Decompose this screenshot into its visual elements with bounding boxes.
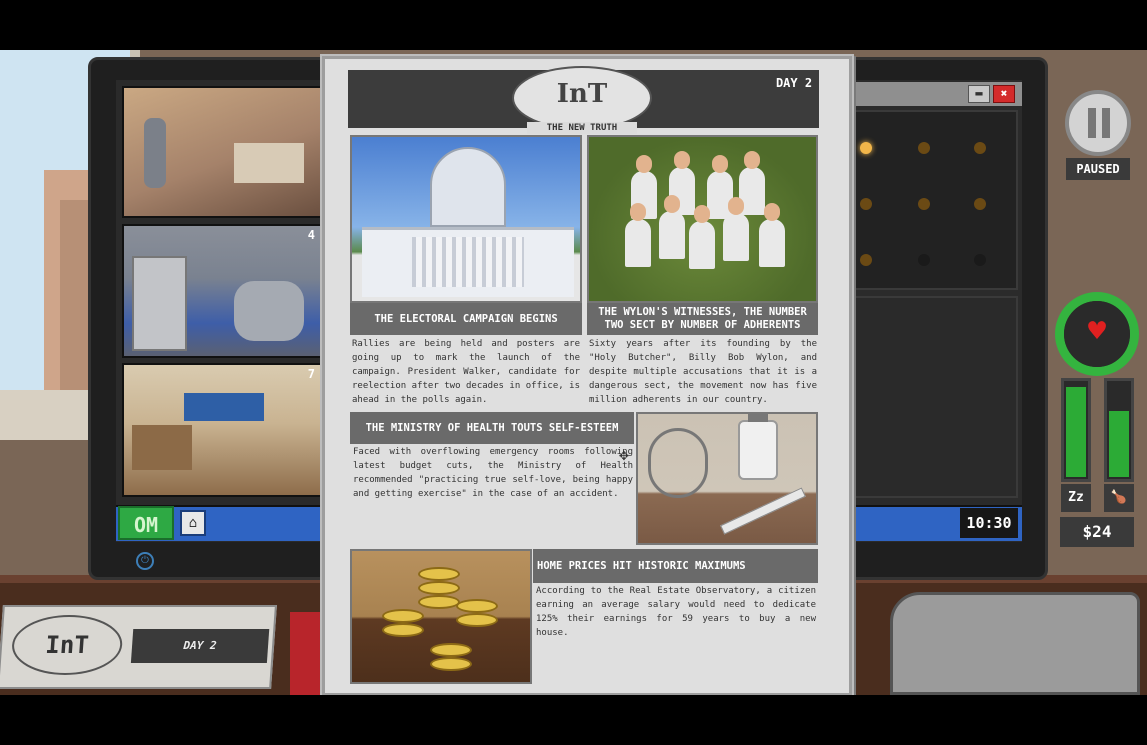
coin xyxy=(418,581,460,595)
camera-number: 7 xyxy=(307,367,315,381)
start-button[interactable]: OM xyxy=(118,506,174,540)
letterbox-top xyxy=(0,0,1147,50)
telephone[interactable] xyxy=(890,592,1140,695)
indicator-light xyxy=(974,142,986,154)
close-button[interactable]: ✖ xyxy=(993,85,1015,103)
person xyxy=(659,195,685,259)
article-headline: HOME PRICES HIT HISTORIC MAXIMUMS xyxy=(533,549,818,583)
coin xyxy=(456,599,498,613)
capitol-building-image xyxy=(350,135,582,303)
indicator-panel xyxy=(848,110,1018,290)
article-headline: THE MINISTRY OF HEALTH TOUTS SELF-ESTEEM xyxy=(350,412,634,444)
crosshair-cursor-icon: ✥ xyxy=(619,445,629,464)
indicator-light xyxy=(860,142,872,154)
sleep-meter-fill xyxy=(1066,387,1086,477)
person xyxy=(689,205,715,269)
paused-label: PAUSED xyxy=(1066,158,1130,180)
desk-newspaper[interactable]: InT DAY 2 xyxy=(0,605,277,689)
camera-feed-office[interactable]: 7 xyxy=(122,363,322,497)
health-ring: ♥ xyxy=(1055,292,1139,376)
coin xyxy=(430,643,472,657)
camera-number: 4 xyxy=(307,228,315,242)
newspaper-subtitle: THE NEW TRUTH xyxy=(527,122,637,134)
article-headline: THE WYLON'S WITNESSES, THE NUMBER TWO SE… xyxy=(587,303,818,335)
shelf-binders xyxy=(184,393,264,421)
pill-bottle xyxy=(738,414,778,480)
article-body: Rallies are being held and posters are g… xyxy=(352,339,580,405)
tank xyxy=(234,281,304,341)
coin xyxy=(430,657,472,671)
indicator-light xyxy=(918,198,930,210)
article-body: According to the Real Estate Observatory… xyxy=(536,586,816,638)
medical-items-image xyxy=(636,412,818,545)
newspaper-day: DAY 2 xyxy=(775,76,813,90)
dome xyxy=(430,147,506,227)
columns xyxy=(412,237,524,287)
money-counter: $24 xyxy=(1060,517,1134,547)
minimize-button[interactable]: ▬ xyxy=(968,85,990,103)
coins-image xyxy=(350,549,532,684)
house-app-icon[interactable]: ⌂ xyxy=(180,510,206,536)
coin xyxy=(418,595,460,609)
article-headline: THE ELECTORAL CAMPAIGN BEGINS xyxy=(350,303,582,335)
indicator-light xyxy=(974,254,986,266)
heart-icon: ♥ xyxy=(1064,301,1130,367)
food-meter-fill xyxy=(1109,411,1129,477)
newspaper-logo: InT xyxy=(512,66,652,130)
camera-feed-factory[interactable]: 4 xyxy=(122,224,322,358)
coin xyxy=(382,609,424,623)
indicator-light xyxy=(860,254,872,266)
office-desk xyxy=(132,425,192,470)
machine xyxy=(132,256,187,351)
newspaper-day: DAY 2 xyxy=(130,629,270,663)
indicator-light xyxy=(918,142,930,154)
mannequin xyxy=(144,118,166,188)
desk-object xyxy=(234,143,304,183)
coin xyxy=(382,623,424,637)
indicator-light xyxy=(860,198,872,210)
sect-members-image xyxy=(587,135,818,303)
coin xyxy=(456,613,498,627)
power-button-icon[interactable]: ⏻ xyxy=(136,552,154,570)
coin xyxy=(418,567,460,581)
app-panel xyxy=(848,296,1018,498)
sleep-icon: Zz xyxy=(1061,484,1091,512)
person xyxy=(625,203,651,267)
article-body: Faced with overflowing emergency rooms f… xyxy=(353,447,633,499)
camera-feed-attic[interactable] xyxy=(122,86,322,218)
indicator-light xyxy=(974,198,986,210)
food-icon: 🍗 xyxy=(1104,484,1134,512)
newspaper-logo: InT xyxy=(10,615,125,675)
sleep-meter xyxy=(1061,378,1091,482)
person xyxy=(759,203,785,267)
indicator-light xyxy=(918,254,930,266)
food-meter xyxy=(1104,378,1134,482)
letterbox-bottom xyxy=(0,695,1147,745)
article-body: Sixty years after its founding by the "H… xyxy=(589,339,817,405)
taskbar-clock: 10:30 xyxy=(960,508,1018,538)
person xyxy=(723,197,749,261)
syringe xyxy=(720,487,806,535)
pause-button[interactable] xyxy=(1065,90,1131,156)
stethoscope xyxy=(648,428,708,498)
